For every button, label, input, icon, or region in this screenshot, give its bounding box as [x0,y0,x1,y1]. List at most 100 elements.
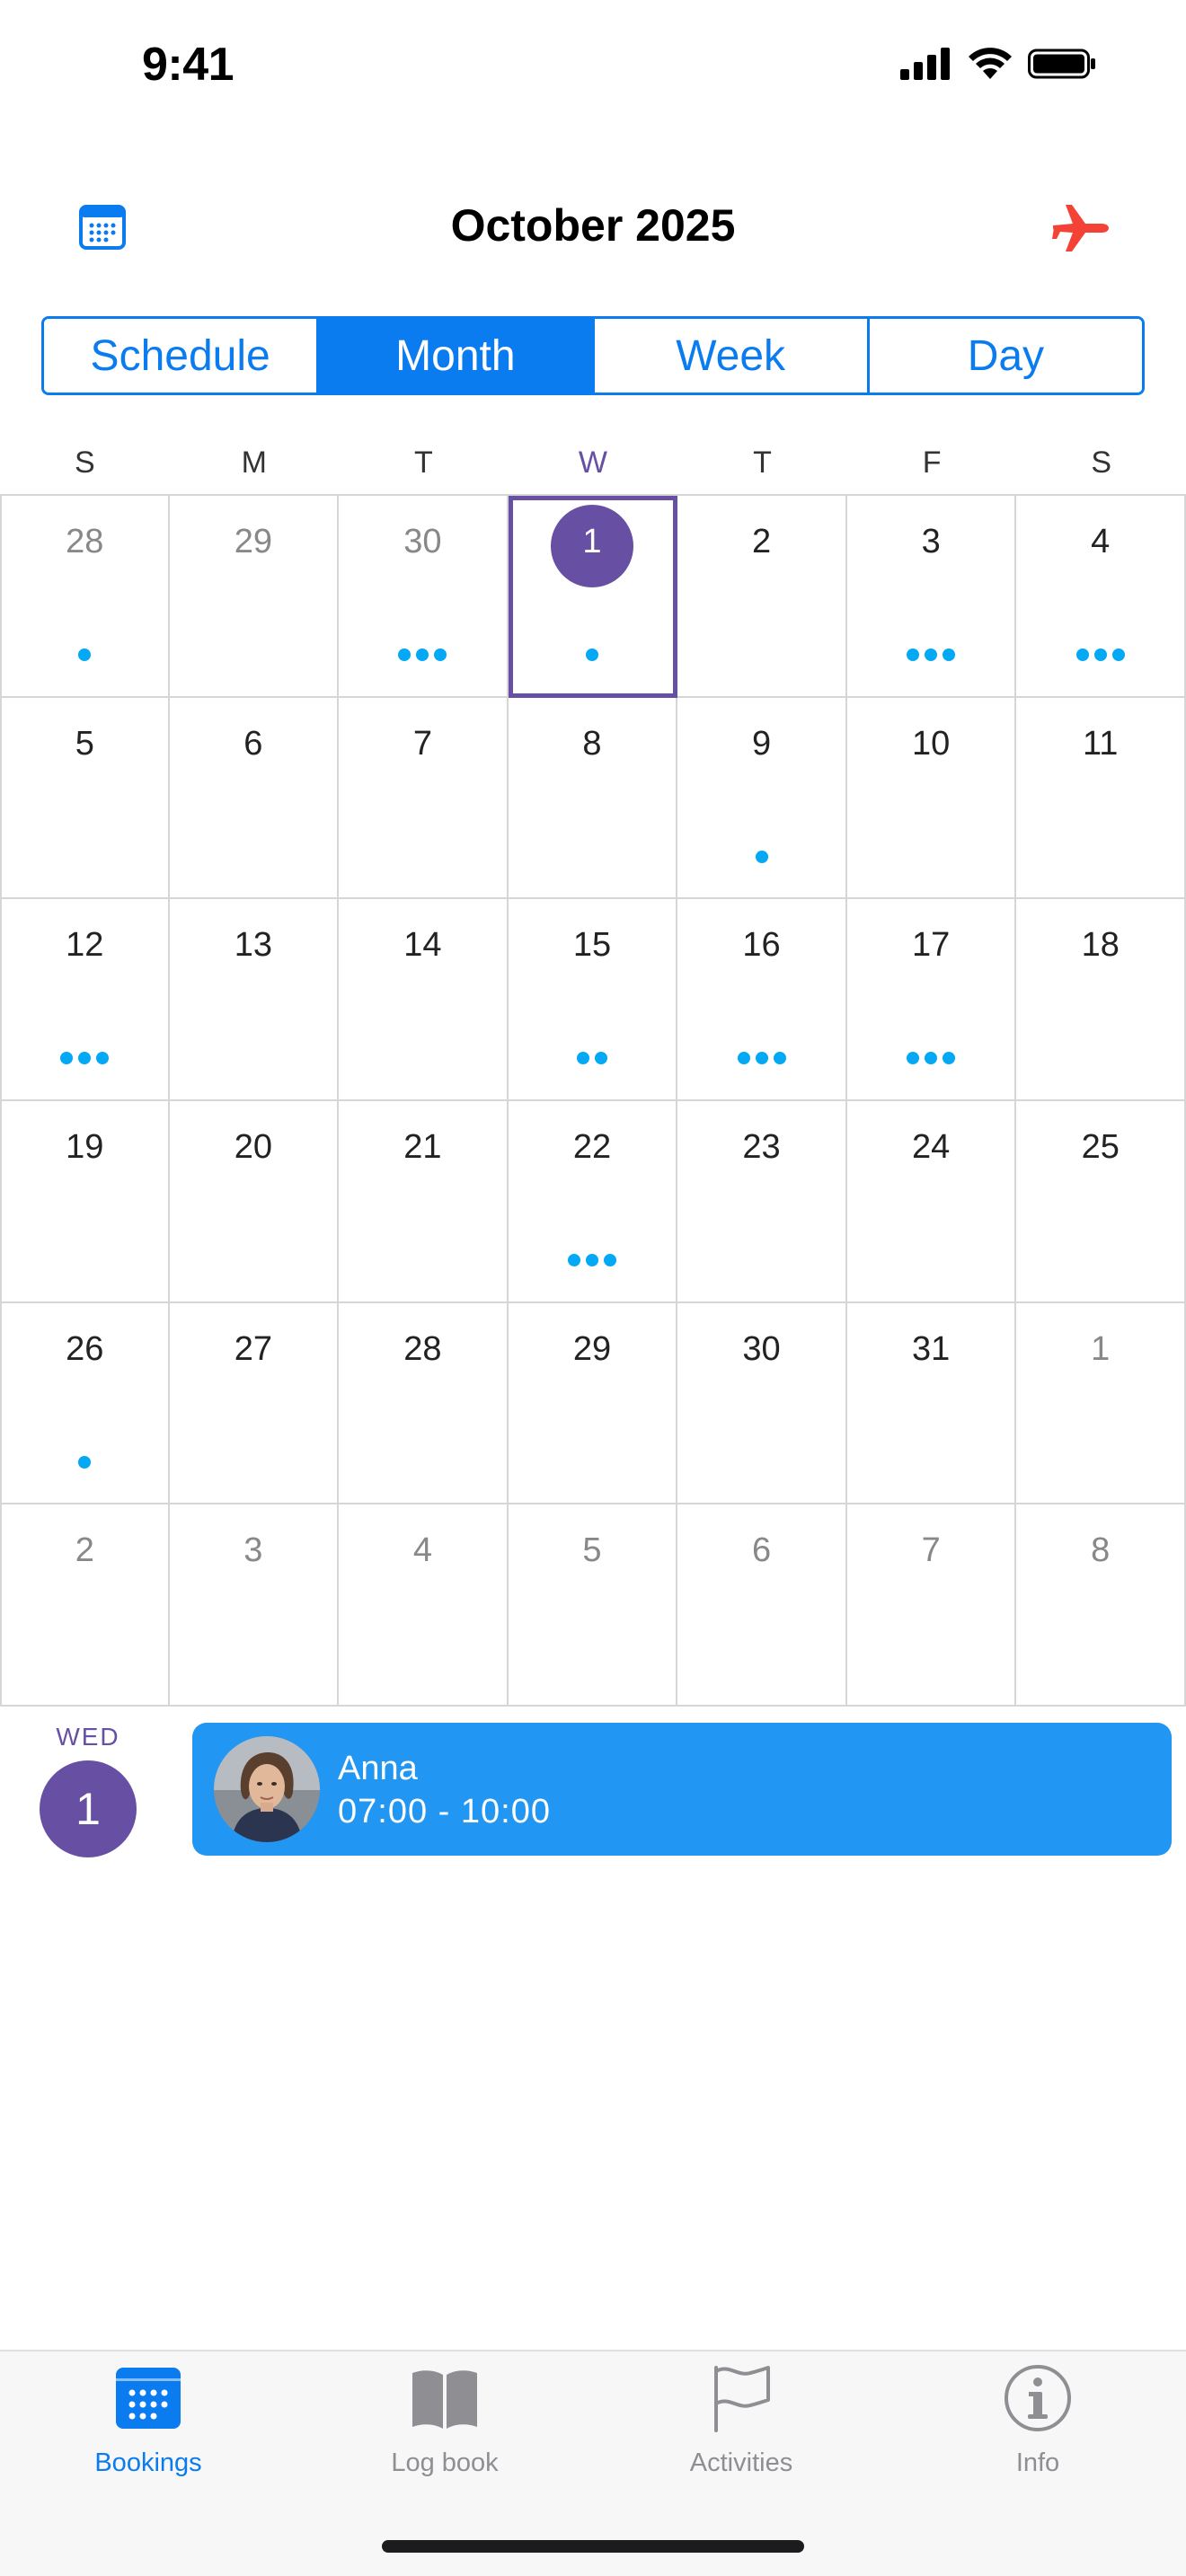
weekday-label-today: W [578,446,608,480]
page-title: October 2025 [450,200,736,251]
calendar-day[interactable]: 15 [508,899,678,1101]
tab-schedule[interactable]: Schedule [44,319,320,393]
calendar-day[interactable]: 24 [846,1101,1017,1303]
calendar-day[interactable]: 4 [339,1504,509,1707]
calendar-day[interactable]: 25 [1016,1101,1186,1303]
event-dot [925,648,938,661]
calendar-day[interactable]: 12 [0,899,170,1101]
calendar-day[interactable]: 6 [677,1504,847,1707]
day-number: 12 [66,926,104,965]
calendar-day[interactable]: 8 [508,697,678,900]
calendar-day[interactable]: 18 [1016,899,1186,1101]
calendar-day[interactable]: 9 [677,697,847,900]
calendar-day[interactable]: 13 [169,899,340,1101]
tab-info[interactable]: Info [890,2351,1186,2495]
tab-log-book[interactable]: Log book [296,2351,593,2495]
calendar-day[interactable]: 14 [339,899,509,1101]
day-number: 5 [75,724,94,763]
weekday-label: T [753,446,772,480]
event-dot [1075,648,1089,661]
calendar-day[interactable]: 5 [508,1504,678,1707]
weekday-label: S [1091,446,1111,480]
info-icon [1005,2365,1071,2431]
agenda-weekday: WED [56,1723,120,1751]
calendar-day[interactable]: 17 [846,899,1017,1101]
airplane-icon[interactable] [1049,198,1111,259]
day-number: 23 [742,1128,781,1166]
calendar-day[interactable]: 3 [169,1504,340,1707]
tab-activities[interactable]: Activities [593,2351,890,2495]
day-number: 7 [921,1531,941,1570]
calendar-day[interactable]: 29 [508,1302,678,1505]
calendar-day[interactable]: 29 [169,496,340,698]
event-card[interactable]: Anna 07:00 - 10:00 [192,1723,1172,1856]
event-indicator-dots [509,1254,677,1266]
calendar-day[interactable]: 2 [677,496,847,698]
calendar-day[interactable]: 8 [1016,1504,1186,1707]
calendar-day[interactable]: 30 [339,496,509,698]
day-number: 4 [1091,523,1111,560]
day-number: 20 [234,1128,272,1166]
calendar-day[interactable]: 30 [677,1302,847,1505]
event-dot [585,648,598,661]
event-dot [567,1254,580,1266]
calendar-day[interactable]: 28 [339,1302,509,1505]
day-number: 29 [572,1329,612,1368]
calendar-day[interactable]: 21 [339,1101,509,1303]
calendar-day[interactable]: 7 [846,1504,1017,1707]
event-dot [755,850,768,863]
status-bar: 9:41 [0,0,1186,135]
event-dot [594,1052,607,1065]
calendar-day[interactable]: 7 [339,697,509,900]
event-name: Anna [338,1750,418,1787]
event-dot [925,1052,938,1065]
event-indicator-dots [847,648,1015,661]
tab-label: Activities [689,2448,793,2477]
day-number: 1 [582,523,602,560]
calendar-day[interactable]: 22 [508,1101,678,1303]
event-indicator-dots [2,1455,168,1469]
day-number: 1 [1091,1329,1111,1368]
day-number: 7 [412,724,432,763]
event-dot [943,1052,956,1065]
calendar-day[interactable]: 19 [0,1101,170,1303]
event-indicator-dots [509,648,677,661]
home-indicator [382,2540,804,2553]
calendar-day[interactable]: 20 [169,1101,340,1303]
calendar-day[interactable]: 6 [169,697,340,900]
tab-month[interactable]: Month [319,319,595,393]
calendar-day[interactable]: 27 [169,1302,340,1505]
day-number: 24 [911,1128,951,1166]
tab-day[interactable]: Day [869,319,1142,393]
calendar-day[interactable]: 4 [1016,496,1186,698]
calendar-day[interactable]: 10 [846,697,1017,900]
day-number: 21 [403,1128,442,1166]
day-number: 2 [75,1531,94,1570]
calendar-day[interactable]: 26 [0,1302,170,1505]
calendar-day[interactable]: 1 [1016,1302,1186,1505]
battery-icon [1028,49,1095,79]
calendar-day[interactable]: 3 [846,496,1017,698]
calendar-day[interactable]: 23 [677,1101,847,1303]
calendar-day[interactable]: 31 [846,1302,1017,1505]
tab-bookings[interactable]: Bookings [0,2351,296,2495]
day-number: 26 [66,1329,104,1368]
tab-week[interactable]: Week [594,319,870,393]
calendar-day[interactable]: 5 [0,697,170,900]
day-number: 30 [403,523,442,560]
calendar-day[interactable]: 2 [0,1504,170,1707]
event-dot [434,648,447,661]
event-dot [60,1052,74,1065]
tab-label: Bookings [94,2448,202,2477]
calendar-day[interactable]: 11 [1016,697,1186,900]
weekday-label: M [241,446,267,480]
day-number: 28 [403,1329,442,1368]
calendar-day[interactable]: 16 [677,899,847,1101]
day-number: 17 [911,926,951,965]
event-indicator-dots [1016,648,1184,661]
day-number: 27 [234,1329,272,1368]
calendar-day[interactable]: 28 [0,496,170,698]
calendar-day-selected[interactable]: 1 [508,496,678,698]
event-indicator-dots [339,648,507,661]
agenda-day: WED 1 [36,1723,140,1857]
